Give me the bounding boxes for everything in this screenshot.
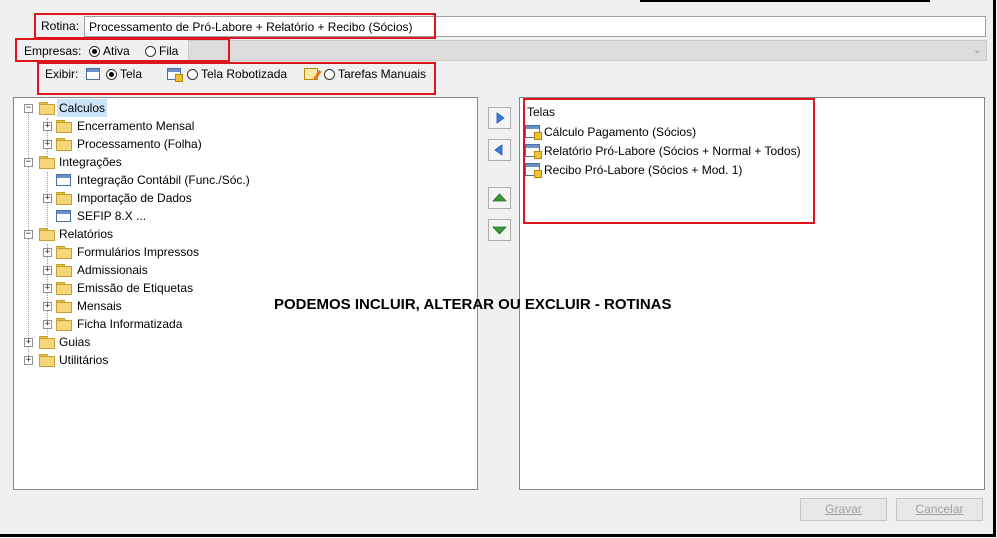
arrow-left-icon [494, 144, 503, 156]
rotina-highlight [34, 13, 436, 39]
routine-window: Rotina: Processamento de Pró-Labore + Re… [0, 0, 996, 537]
collapse-icon: − [24, 103, 33, 113]
folder-icon [39, 336, 55, 349]
expand-icon: + [43, 265, 52, 275]
expand-icon: + [43, 193, 52, 203]
cancel-button[interactable]: Cancelar [896, 498, 983, 521]
screen-icon [56, 210, 71, 222]
folder-icon [56, 264, 72, 277]
arrow-right-icon [496, 112, 505, 124]
empresas-highlight [15, 38, 230, 62]
collapse-icon: − [24, 157, 33, 167]
move-down-button[interactable] [488, 219, 511, 241]
folder-icon [56, 120, 72, 133]
folder-icon [56, 318, 72, 331]
arrow-up-icon [492, 193, 507, 202]
arrow-down-icon [492, 226, 507, 235]
folder-icon [56, 300, 72, 313]
expand-icon: + [43, 301, 52, 311]
add-routine-button[interactable] [488, 107, 511, 129]
save-button[interactable]: Gravar [800, 498, 887, 521]
folder-icon [39, 156, 55, 169]
folder-icon [56, 192, 72, 205]
folder-icon [39, 228, 55, 241]
chevron-down-icon: ⌄ [972, 44, 982, 56]
folder-icon [56, 246, 72, 259]
folder-icon [56, 138, 72, 151]
overlay-annotation: PODEMOS INCLUIR, ALTERAR OU EXCLUIR - RO… [274, 296, 672, 313]
folder-icon [39, 354, 55, 367]
expand-icon: + [43, 139, 52, 149]
expand-icon: + [43, 283, 52, 293]
exibir-highlight [37, 62, 436, 95]
folder-icon [39, 102, 55, 115]
expand-icon: + [43, 247, 52, 257]
folder-icon [56, 282, 72, 295]
top-border-line [640, 0, 930, 2]
expand-icon: + [24, 355, 33, 365]
empresas-dropdown[interactable]: ⌄ [188, 40, 987, 61]
telas-highlight [523, 98, 815, 224]
routine-tree[interactable]: − Calculos + Encerramento Mensal + Proce… [13, 97, 478, 490]
collapse-icon: − [24, 229, 33, 239]
move-up-button[interactable] [488, 187, 511, 209]
remove-routine-button[interactable] [488, 139, 511, 161]
screen-icon [56, 174, 71, 186]
expand-icon: + [43, 121, 52, 131]
expand-icon: + [43, 319, 52, 329]
expand-icon: + [24, 337, 33, 347]
